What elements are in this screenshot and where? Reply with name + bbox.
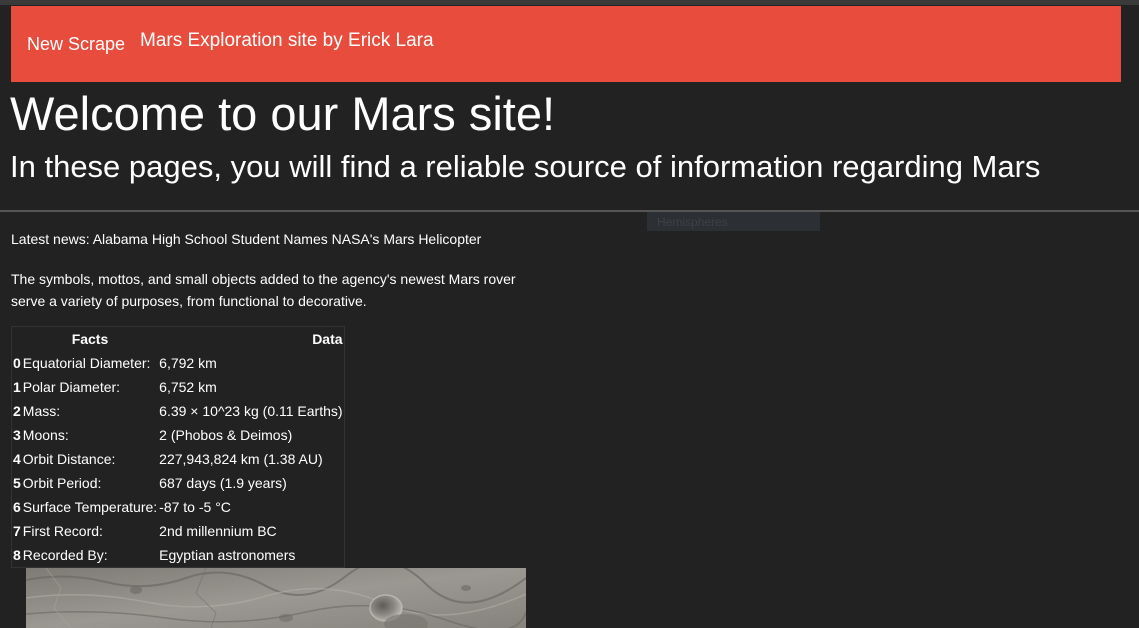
news-paragraph: The symbols, mottos, and small objects a… [11, 271, 516, 309]
table-row: 0 Equatorial Diameter: 6,792 km [12, 351, 345, 375]
row-index: 1 [13, 379, 21, 395]
mars-surface-icon [26, 568, 526, 628]
value-cell: Egyptian astronomers [159, 547, 296, 563]
row-index: 5 [13, 475, 21, 491]
row-index: 2 [13, 403, 21, 419]
row-index: 7 [13, 523, 21, 539]
index-header [12, 327, 22, 352]
navbar: New Scrape Mars Exploration site by Eric… [11, 6, 1121, 82]
mars-surface-image [26, 568, 526, 628]
fact-cell: Orbit Distance: [22, 451, 116, 467]
row-index: 4 [13, 451, 21, 467]
row-index: 0 [13, 355, 21, 371]
value-cell: 2 (Phobos & Deimos) [159, 427, 293, 443]
browser-top-strip [0, 0, 1139, 5]
row-index: 3 [13, 427, 21, 443]
value-cell: 2nd millennium BC [159, 523, 277, 539]
table-row: 2 Mass: 6.39 × 10^23 kg (0.11 Earths) [12, 399, 345, 423]
fact-cell: Surface Temperature: [22, 499, 158, 515]
hemispheres-button[interactable]: Hemispheres [647, 212, 820, 231]
new-scrape-button[interactable]: New Scrape [27, 34, 125, 55]
table-row: 3 Moons: 2 (Phobos & Deimos) [12, 423, 345, 447]
value-cell: 227,943,824 km (1.38 AU) [159, 451, 323, 467]
section-divider [0, 210, 1139, 212]
mars-facts-table: Facts Data 0 Equatorial Diameter: 6,792 … [11, 326, 345, 568]
fact-cell: Recorded By: [22, 547, 108, 563]
table-row: 6 Surface Temperature: -87 to -5 °C [12, 495, 345, 519]
fact-cell: First Record: [22, 523, 103, 539]
table-row: 7 First Record: 2nd millennium BC [12, 519, 345, 543]
table-header-row: Facts Data [12, 327, 345, 352]
table-row: 5 Orbit Period: 687 days (1.9 years) [12, 471, 345, 495]
table-row: 8 Recorded By: Egyptian astronomers [12, 543, 345, 568]
value-cell: 687 days (1.9 years) [159, 475, 287, 491]
page-subtitle: In these pages, you will find a reliable… [10, 149, 1041, 184]
fact-cell: Equatorial Diameter: [22, 355, 151, 371]
fact-cell: Mass: [22, 403, 61, 419]
row-index: 6 [13, 499, 21, 515]
fact-cell: Moons: [22, 427, 69, 443]
value-cell: -87 to -5 °C [159, 499, 231, 515]
page-title: Welcome to our Mars site! [10, 87, 556, 140]
fact-cell: Polar Diameter: [22, 379, 121, 395]
table-row: 1 Polar Diameter: 6,752 km [12, 375, 345, 399]
data-header: Data [312, 331, 343, 347]
value-cell: 6.39 × 10^23 kg (0.11 Earths) [159, 403, 343, 419]
navbar-brand-link[interactable]: Mars Exploration site by Erick Lara [140, 30, 434, 52]
value-cell: 6,752 km [159, 379, 217, 395]
facts-header: Facts [71, 331, 109, 347]
news-title: Latest news: Alabama High School Student… [11, 231, 482, 247]
fact-cell: Orbit Period: [22, 475, 102, 491]
value-cell: 6,792 km [159, 355, 217, 371]
table-row: 4 Orbit Distance: 227,943,824 km (1.38 A… [12, 447, 345, 471]
row-index: 8 [13, 547, 21, 563]
